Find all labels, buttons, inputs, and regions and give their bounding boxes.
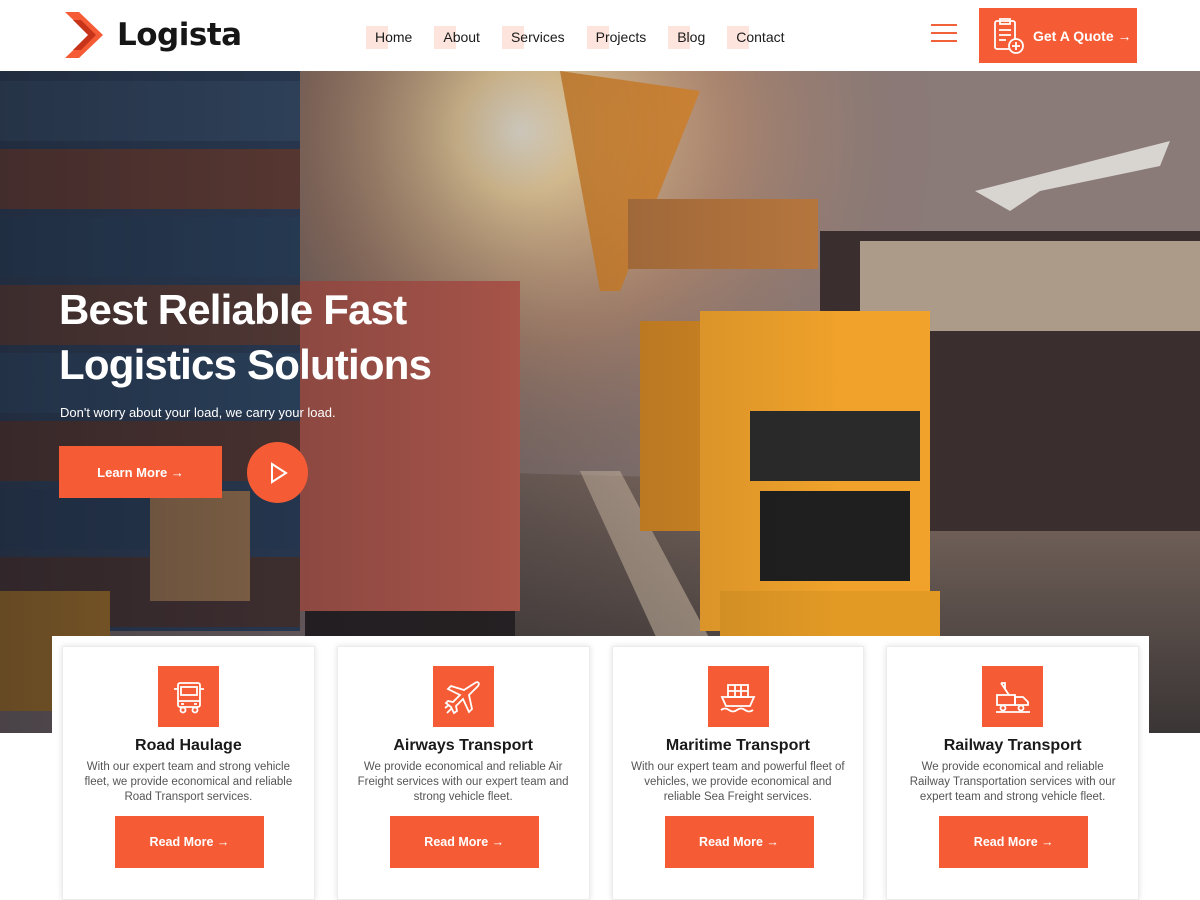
hero-title: Best Reliable Fast Logistics Solutions [59, 286, 432, 388]
nav-about-label: About [443, 29, 480, 45]
hero-banner: Best Reliable Fast Logistics Solutions D… [0, 71, 1200, 733]
read-more-button[interactable]: Read More → [389, 816, 539, 868]
brand-name: Logista [117, 17, 242, 53]
nav-home[interactable]: Home [366, 25, 414, 49]
services-panel: Road Haulage With our expert team and st… [52, 636, 1149, 900]
main-nav: Home About Services Projects Blog Contac… [366, 25, 807, 49]
nav-home-label: Home [375, 29, 413, 45]
nav-contact-label: Contact [736, 29, 785, 45]
nav-projects-label: Projects [595, 29, 647, 45]
service-description: We provide economical and reliable Railw… [909, 761, 1116, 803]
logo[interactable]: Logista [63, 8, 242, 62]
truck-icon [158, 666, 219, 727]
site-header: Logista Home About Services Projects Blo… [0, 0, 1200, 71]
read-more-button[interactable]: Read More → [115, 816, 264, 868]
service-card-maritime: Maritime Transport With our expert team … [611, 646, 865, 900]
read-more-button[interactable]: Read More → [664, 816, 814, 868]
hero-subtitle: Don't worry about your load, we carry yo… [60, 405, 336, 420]
play-video-button[interactable] [247, 442, 308, 503]
document-plus-icon [994, 17, 1024, 54]
get-quote-label: Get A Quote → [1033, 27, 1132, 44]
service-title: Maritime Transport [665, 737, 810, 754]
hamburger-icon[interactable] [931, 24, 957, 46]
service-description: With our expert team and strong vehicle … [84, 761, 293, 803]
nav-blog-label: Blog [677, 29, 706, 45]
airplane-icon [432, 666, 494, 727]
service-card-railway: Railway Transport We provide economical … [886, 646, 1139, 900]
service-card-road: Road Haulage With our expert team and st… [62, 646, 315, 900]
nav-projects[interactable]: Projects [586, 25, 649, 49]
nav-services[interactable]: Services [501, 25, 567, 49]
ship-icon [707, 666, 769, 727]
learn-more-button[interactable]: Learn More → [59, 446, 222, 498]
nav-services-label: Services [510, 29, 565, 45]
service-description: We provide economical and reliable Air F… [357, 761, 569, 803]
nav-contact[interactable]: Contact [727, 25, 786, 49]
nav-blog[interactable]: Blog [668, 25, 707, 49]
service-title: Railway Transport [943, 737, 1082, 754]
read-more-button[interactable]: Read More → [939, 816, 1089, 868]
hero-overlay [0, 71, 1200, 733]
get-quote-button[interactable]: Get A Quote → [979, 8, 1137, 63]
service-title: Road Haulage [135, 737, 242, 754]
service-description: With our expert team and powerful fleet … [631, 761, 845, 803]
play-icon [270, 461, 288, 484]
tow-truck-icon [982, 666, 1044, 727]
nav-about[interactable]: About [434, 25, 482, 49]
service-title: Airways Transport [393, 737, 533, 754]
logo-chevron-icon [65, 12, 103, 58]
service-card-airways: Airways Transport We provide economical … [336, 646, 590, 900]
